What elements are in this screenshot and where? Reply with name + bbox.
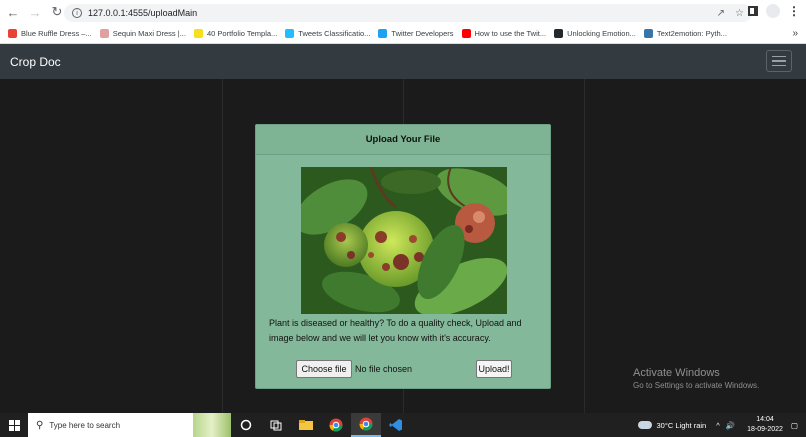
site-info-icon[interactable]: i (72, 8, 82, 18)
chrome-active-icon[interactable] (351, 413, 381, 437)
bookmark-label: How to use the Twit... (474, 29, 547, 38)
taskbar-search[interactable]: ⚲ Type here to search (28, 413, 231, 437)
column-divider (584, 79, 585, 413)
bookmark-label: Tweets Classificatio... (298, 29, 371, 38)
bookmarks-overflow-icon[interactable]: » (792, 28, 798, 39)
cortana-icon[interactable] (231, 413, 261, 437)
bookmark-item[interactable]: Twitter Developers (378, 29, 454, 38)
activate-windows-watermark: Activate Windows Go to Settings to activ… (633, 367, 759, 390)
app-navbar: Crop Doc (0, 44, 806, 79)
profile-avatar[interactable] (766, 4, 780, 18)
task-view-icon[interactable] (261, 413, 291, 437)
twitter-icon (378, 29, 388, 38)
sidebar-icon[interactable] (748, 6, 758, 16)
card-description: Plant is diseased or healthy? To do a qu… (269, 318, 522, 343)
bookmark-item[interactable]: Unlocking Emotion... (554, 29, 636, 38)
clock-time: 14:04 (756, 416, 774, 423)
js-icon (193, 29, 203, 38)
gmail-icon (8, 29, 17, 38)
kaggle-icon (285, 29, 295, 38)
diseased-apple-image (301, 167, 507, 314)
browser-toolbar: ← → ↻ i 127.0.0.1:4555/uploadMain ↗ ☆ ⋮ (0, 0, 806, 24)
address-bar[interactable]: i 127.0.0.1:4555/uploadMain ↗ ☆ (64, 4, 752, 22)
search-icon: ⚲ (36, 419, 44, 431)
menu-icon[interactable]: ⋮ (788, 4, 800, 18)
forward-icon[interactable]: → (26, 3, 44, 21)
bookmarks-bar: Blue Ruffle Dress –... Sequin Maxi Dress … (0, 24, 806, 44)
hamburger-menu-button[interactable] (766, 50, 792, 72)
bookmark-label: Blue Ruffle Dress –... (21, 29, 92, 38)
bookmark-item[interactable]: 40 Portfolio Templa... (193, 29, 278, 38)
share-icon[interactable]: ↗ (717, 8, 725, 19)
windows-taskbar: ⚲ Type here to search 30°C Light rain ^ … (0, 413, 806, 437)
upload-button[interactable]: Upload! (476, 360, 512, 378)
clock-date: 18-09-2022 (747, 426, 783, 433)
bookmark-label: Twitter Developers (391, 29, 454, 38)
weather-text: 30°C Light rain (656, 420, 707, 430)
bookmark-label: Unlocking Emotion... (567, 29, 636, 38)
notifications-icon[interactable]: ▢ (791, 421, 798, 430)
bookmark-item[interactable]: Tweets Classificatio... (285, 29, 370, 38)
bookmark-item[interactable]: How to use the Twit... (461, 29, 547, 38)
vscode-icon[interactable] (381, 413, 411, 437)
bookmark-label: Text2emotion: Pyth... (656, 29, 727, 38)
chevron-up-icon[interactable]: ^ (716, 421, 720, 430)
youtube-icon (461, 29, 471, 38)
main-content: Upload Your File Plant is diseased or he… (0, 79, 806, 413)
volume-icon[interactable]: 🔊 (726, 421, 735, 430)
pypi-icon (643, 29, 653, 38)
watermark-title: Activate Windows (633, 367, 720, 379)
brand[interactable]: Crop Doc (10, 55, 61, 69)
cloud-rain-icon (637, 421, 652, 429)
search-placeholder: Type here to search (49, 420, 121, 430)
star-icon[interactable]: ☆ (735, 8, 744, 19)
chrome-icon[interactable] (321, 413, 351, 437)
card-title: Upload Your File (256, 125, 550, 155)
start-button[interactable] (0, 413, 28, 437)
file-explorer-icon[interactable] (291, 413, 321, 437)
site-icon (99, 29, 109, 38)
back-icon[interactable]: ← (4, 3, 22, 21)
bookmark-item[interactable]: Sequin Maxi Dress |... (99, 29, 186, 38)
windows-logo-icon (8, 419, 20, 431)
choose-file-button[interactable]: Choose file (296, 360, 352, 378)
upload-card: Upload Your File Plant is diseased or he… (255, 124, 551, 389)
weather-widget[interactable]: 30°C Light rain (637, 420, 707, 430)
bookmark-label: Sequin Maxi Dress |... (112, 29, 186, 38)
url-text: 127.0.0.1:4555/uploadMain (88, 8, 198, 18)
system-tray: 30°C Light rain ^ 🔊 14:04 18-09-2022 ▢ (637, 413, 806, 437)
watermark-subtitle: Go to Settings to activate Windows. (633, 381, 760, 390)
column-divider (222, 79, 223, 413)
clock[interactable]: 14:04 18-09-2022 (747, 415, 783, 435)
bookmark-item[interactable]: Text2emotion: Pyth... (643, 29, 727, 38)
no-file-chosen-text: No file chosen (355, 364, 413, 374)
github-icon (554, 29, 564, 38)
search-highlight-image (193, 413, 231, 437)
bookmark-item[interactable]: Blue Ruffle Dress –... (8, 29, 92, 38)
bookmark-label: 40 Portfolio Templa... (206, 29, 278, 38)
